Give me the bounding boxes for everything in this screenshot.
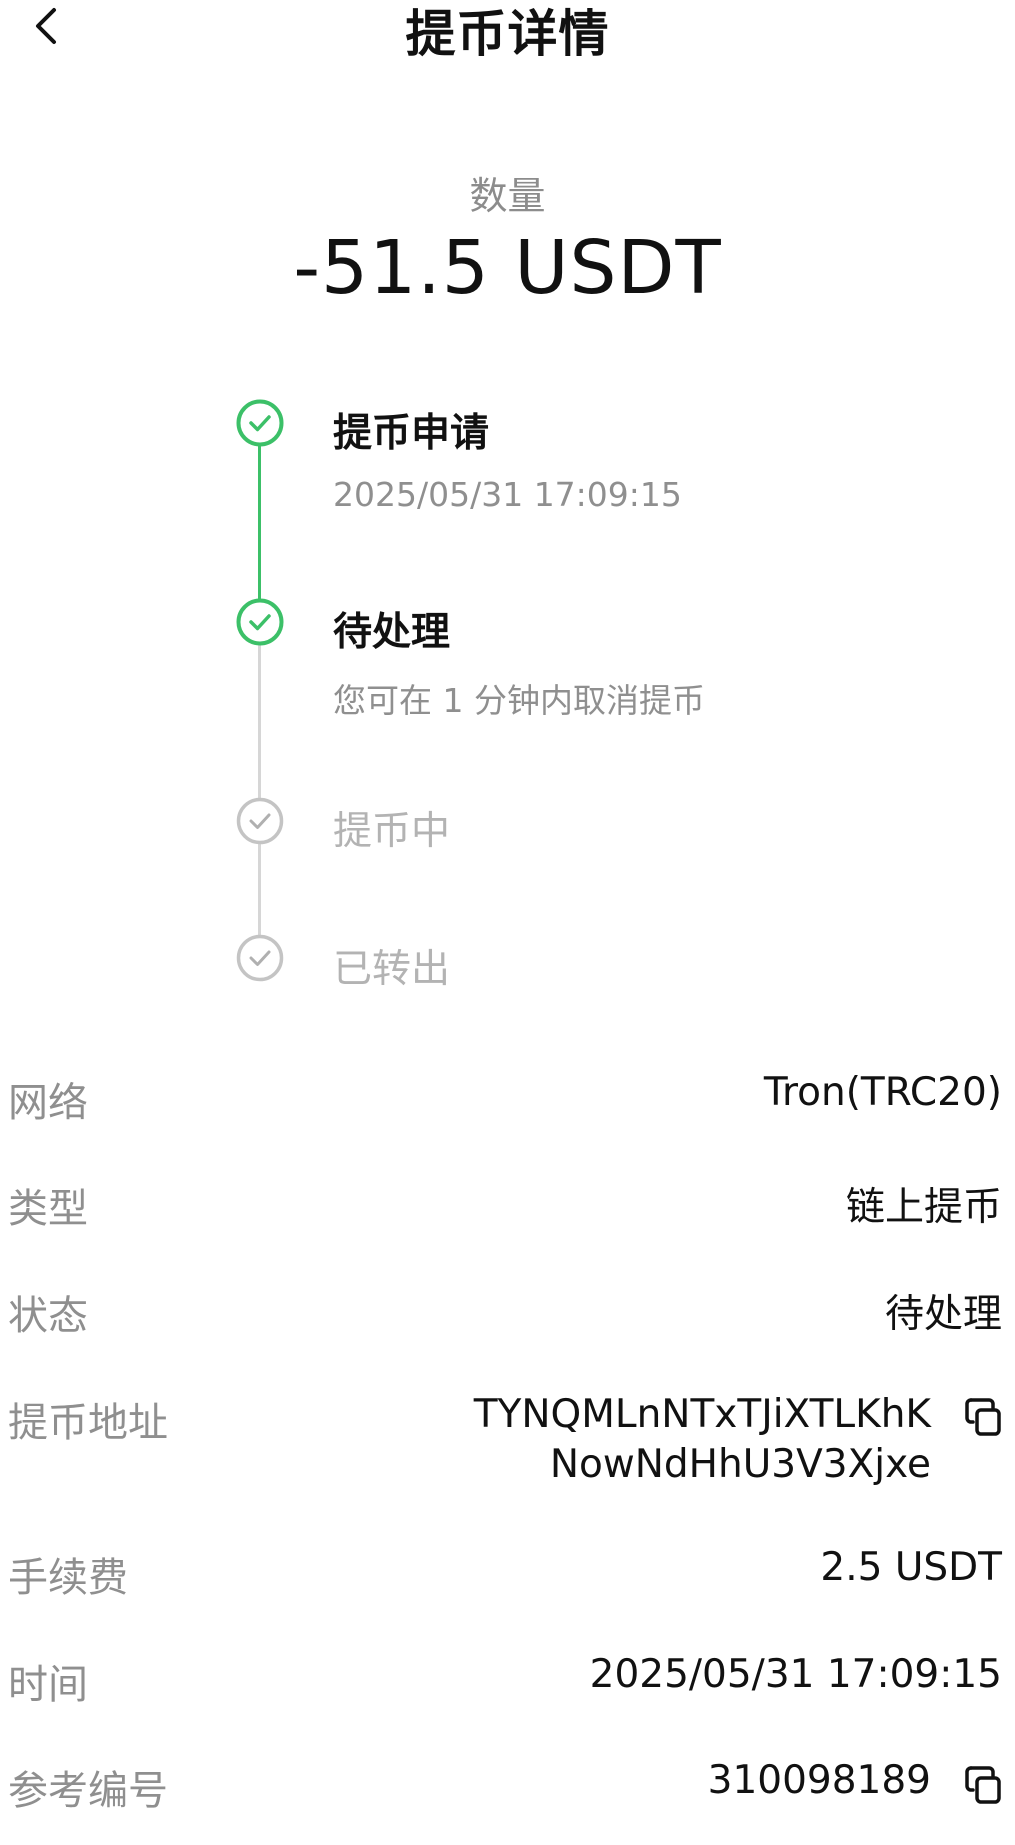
detail-value: 链上提币 [845, 1185, 1002, 1230]
step-title: 待处理 [333, 610, 451, 655]
step-connector-pending [258, 645, 261, 802]
detail-value: 2.5 USDT [820, 1545, 1002, 1590]
detail-label: 参考编号 [8, 1768, 168, 1814]
step-title: 提币中 [333, 809, 451, 854]
detail-label: 状态 [8, 1293, 88, 1339]
check-circle-icon [236, 934, 284, 982]
status-value: 待处理 [884, 1292, 1002, 1337]
address-line: NowNdHhU3V3Xjxe [549, 1442, 931, 1487]
address-line: TYNQMLnNTxTJiXTLKhK [473, 1392, 931, 1437]
detail-value: Tron(TRC20) [763, 1070, 1002, 1115]
step-timestamp: 2025/05/31 17:09:15 [333, 475, 682, 514]
detail-value: 2025/05/31 17:09:15 [589, 1652, 1002, 1697]
copy-icon[interactable] [957, 1760, 1005, 1808]
detail-label: 提币地址 [8, 1400, 168, 1446]
step-title: 提币申请 [333, 411, 490, 456]
step-title: 已转出 [333, 947, 451, 992]
step-connector-done [258, 446, 261, 603]
detail-label: 类型 [8, 1186, 88, 1232]
step-hint: 您可在 1 分钟内取消提币 [333, 681, 705, 720]
check-circle-icon [236, 598, 284, 646]
withdrawal-address: TYNQMLnNTxTJiXTLKhK NowNdHhU3V3Xjxe [474, 1390, 931, 1490]
withdrawal-progress-steps: 提币申请 2025/05/31 17:09:15 待处理 您可在 1 分钟内取消… [0, 0, 1015, 1000]
detail-label: 时间 [8, 1662, 88, 1708]
reference-number: 310098189 [707, 1758, 931, 1803]
detail-label: 网络 [8, 1080, 88, 1126]
check-circle-icon [236, 399, 284, 447]
copy-icon[interactable] [957, 1392, 1005, 1440]
detail-label: 手续费 [8, 1555, 128, 1601]
check-circle-icon [236, 797, 284, 845]
